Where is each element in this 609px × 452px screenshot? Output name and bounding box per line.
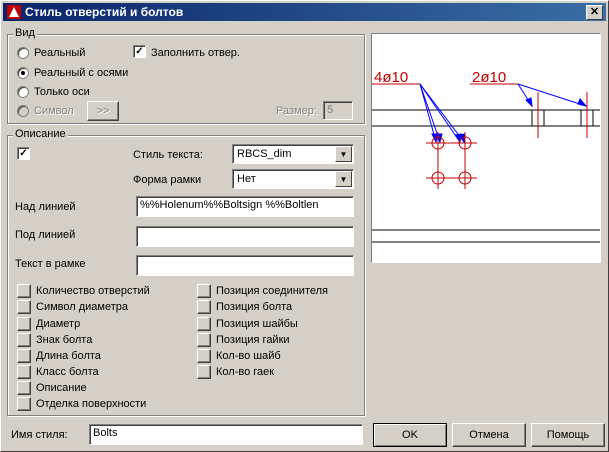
- frame-text-input[interactable]: [136, 255, 354, 276]
- below-line-input[interactable]: [136, 226, 354, 247]
- frame-shape-value: Нет: [237, 173, 256, 185]
- fill-holes-label: Заполнить отвер.: [151, 47, 240, 59]
- size-label: Размер:: [276, 105, 317, 117]
- above-line-label: Над линией: [15, 201, 76, 213]
- frame-shape-select[interactable]: Нет ▼: [232, 169, 354, 189]
- radio-symbol[interactable]: [17, 105, 29, 117]
- insert-bolt-sign-button[interactable]: [17, 333, 31, 347]
- text-style-select[interactable]: RBCS_dim ▼: [232, 144, 354, 164]
- help-button[interactable]: Помощь: [531, 423, 605, 447]
- radio-real-with-axes[interactable]: [17, 67, 29, 79]
- insert-nut-position-button[interactable]: [197, 333, 211, 347]
- chevron-down-icon[interactable]: ▼: [335, 171, 352, 187]
- insert-bolt-class-label: Класс болта: [36, 366, 99, 378]
- app-icon: [7, 5, 21, 19]
- chevron-down-icon[interactable]: ▼: [335, 146, 352, 162]
- insert-diameter-symbol-label: Символ диаметра: [36, 301, 128, 313]
- bolt-side-marks: [531, 110, 594, 126]
- preview-label-left: 4ø10: [374, 69, 408, 86]
- insert-diameter-label: Диаметр: [36, 318, 81, 330]
- insert-nut-position-label: Позиция гайки: [216, 334, 290, 346]
- insert-bolt-sign-label: Знак болта: [36, 334, 93, 346]
- style-name-label: Имя стиля:: [11, 429, 68, 441]
- insert-surface-finish-label: Отделка поверхности: [36, 398, 147, 410]
- insert-bolt-position-label: Позиция болта: [216, 301, 293, 313]
- text-style-label: Стиль текста:: [133, 149, 203, 161]
- insert-hole-count-button[interactable]: [17, 284, 31, 298]
- style-name-input[interactable]: Bolts: [89, 424, 363, 445]
- size-input[interactable]: 5: [323, 101, 353, 120]
- bolt-preview-drawing: 4ø10 2ø10: [372, 69, 600, 243]
- radio-symbol-label: Символ: [34, 105, 74, 117]
- insert-description-button[interactable]: [17, 381, 31, 395]
- insert-washer-count-button[interactable]: [197, 349, 211, 363]
- insert-connector-position-label: Позиция соединителя: [216, 285, 328, 297]
- above-line-input[interactable]: %%Holenum%%Boltsign %%Boltlen: [136, 196, 354, 217]
- symbol-button[interactable]: >>: [87, 101, 119, 121]
- insert-bolt-class-button[interactable]: [17, 365, 31, 379]
- preview-panel: 4ø10 2ø10: [371, 33, 601, 263]
- bolt-holes: [426, 92, 588, 189]
- insert-diameter-symbol-button[interactable]: [17, 300, 31, 314]
- insert-hole-count-label: Количество отверстий: [36, 285, 150, 297]
- radio-real-with-axes-label: Реальный с осями: [34, 67, 129, 79]
- window-title: Стиль отверстий и болтов: [25, 5, 184, 19]
- insert-nut-count-label: Кол-во гаек: [216, 366, 275, 378]
- close-button[interactable]: ✕: [586, 5, 603, 20]
- preview-label-right: 2ø10: [472, 69, 506, 86]
- text-style-value: RBCS_dim: [237, 148, 292, 160]
- radio-real[interactable]: [17, 47, 29, 59]
- insert-connector-position-button[interactable]: [197, 284, 211, 298]
- radio-axes-only-label: Только оси: [34, 86, 90, 98]
- cancel-button[interactable]: Отмена: [452, 423, 526, 447]
- radio-real-label: Реальный: [34, 47, 86, 59]
- left-leader-arrows: [419, 83, 466, 144]
- frame-shape-label: Форма рамки: [133, 174, 202, 186]
- insert-washer-position-button[interactable]: [197, 317, 211, 331]
- insert-diameter-button[interactable]: [17, 317, 31, 331]
- description-group-legend: Описание: [13, 128, 68, 140]
- title-bar[interactable]: Стиль отверстий и болтов ✕: [3, 3, 606, 21]
- below-line-label: Под линией: [15, 229, 76, 241]
- right-leader-arrows: [517, 83, 588, 108]
- insert-bolt-length-label: Длина болта: [36, 350, 101, 362]
- insert-bolt-position-button[interactable]: [197, 300, 211, 314]
- ok-button[interactable]: OK: [373, 423, 447, 447]
- radio-axes-only[interactable]: [17, 86, 29, 98]
- fill-holes-checkbox[interactable]: ✓: [133, 45, 146, 58]
- insert-bolt-length-button[interactable]: [17, 349, 31, 363]
- insert-nut-count-button[interactable]: [197, 365, 211, 379]
- insert-description-label: Описание: [36, 382, 87, 394]
- frame-text-label: Текст в рамке: [15, 258, 86, 270]
- insert-washer-count-label: Кол-во шайб: [216, 350, 281, 362]
- view-group-legend: Вид: [13, 27, 37, 39]
- description-enabled-checkbox[interactable]: ✓: [17, 147, 30, 160]
- insert-washer-position-label: Позиция шайбы: [216, 318, 298, 330]
- dialog-window: Стиль отверстий и болтов ✕ Вид Реальный …: [0, 0, 609, 452]
- insert-surface-finish-button[interactable]: [17, 397, 31, 411]
